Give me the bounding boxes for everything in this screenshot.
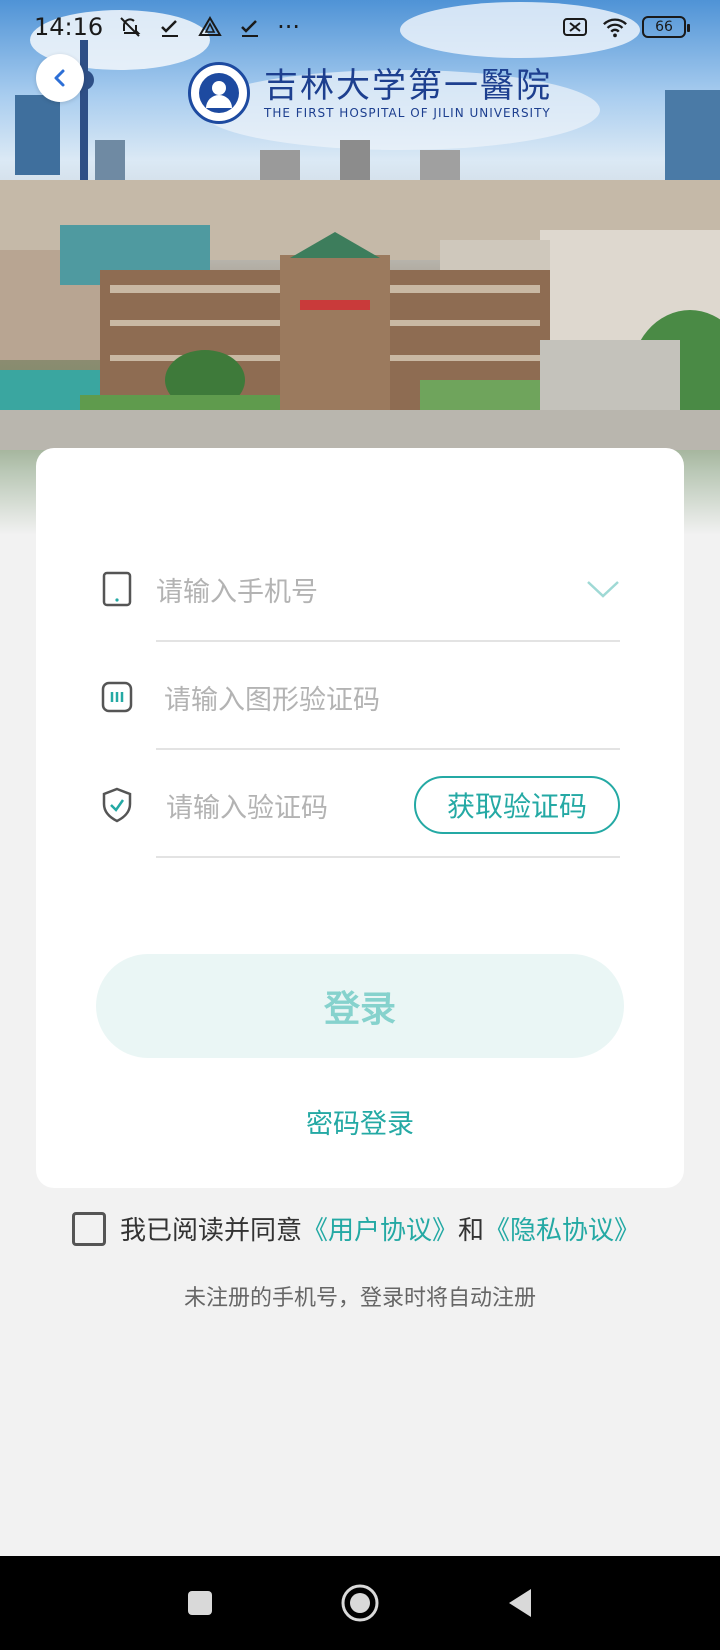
sms-code-input[interactable]: [166, 788, 386, 828]
phone-icon: [100, 571, 134, 607]
shield-check-icon: [100, 787, 134, 823]
battery-indicator: 66: [642, 16, 690, 38]
check-notification-icon: [157, 14, 183, 40]
sim-off-icon: [562, 14, 588, 40]
wifi-icon: [602, 14, 628, 40]
more-notifications: ···: [277, 13, 301, 41]
hospital-name-en: THE FIRST HOSPITAL OF JILIN UNIVERSITY: [264, 106, 551, 120]
captcha-field: [101, 642, 620, 750]
captcha-input[interactable]: [164, 680, 424, 720]
hospital-logo: 吉林大学第一醫院 THE FIRST HOSPITAL OF JILIN UNI…: [188, 62, 552, 124]
agreement-prefix: 我已阅读并同意: [120, 1216, 303, 1246]
agreement-checkbox[interactable]: [72, 1211, 106, 1246]
back-button[interactable]: [36, 54, 84, 102]
chevron-left-icon: [54, 69, 65, 87]
privacy-agreement-link[interactable]: 《隐私协议》: [484, 1210, 640, 1247]
login-button[interactable]: 登录: [96, 954, 624, 1058]
system-nav-bar: [0, 1556, 720, 1650]
agreement-and: 和: [458, 1216, 485, 1246]
get-code-button[interactable]: 获取验证码: [414, 776, 620, 834]
battery-level: 66: [655, 19, 673, 35]
phone-input[interactable]: [156, 572, 416, 612]
status-bar: 14:16 ··· 66: [0, 0, 720, 54]
hospital-name-cn: 吉林大学第一醫院: [264, 66, 552, 106]
check-notification-icon-2: [237, 14, 263, 40]
phone-field: [102, 534, 620, 642]
circle-icon: [341, 1584, 379, 1622]
status-time: 14:16: [34, 13, 104, 41]
triangle-back-icon: [509, 1589, 531, 1617]
sms-code-field: 获取验证码: [102, 750, 620, 858]
home-button[interactable]: [340, 1583, 380, 1623]
hospital-emblem-icon: [188, 62, 250, 124]
password-login-link[interactable]: 密码登录: [36, 1102, 684, 1141]
login-card: 获取验证码 登录 密码登录: [36, 448, 684, 1188]
drive-icon: [197, 14, 223, 40]
agreement-row: 我已阅读并同意 《用户协议》 和 《隐私协议》: [72, 1210, 640, 1247]
user-agreement-link[interactable]: 《用户协议》: [302, 1210, 458, 1247]
mute-icon: [117, 14, 143, 40]
recent-apps-button[interactable]: [180, 1583, 220, 1623]
auto-register-note: 未注册的手机号，登录时将自动注册: [183, 1286, 536, 1311]
captcha-icon: [100, 680, 134, 714]
back-nav-button[interactable]: [500, 1583, 540, 1623]
chevron-down-icon[interactable]: [586, 572, 620, 606]
square-icon: [188, 1591, 212, 1615]
